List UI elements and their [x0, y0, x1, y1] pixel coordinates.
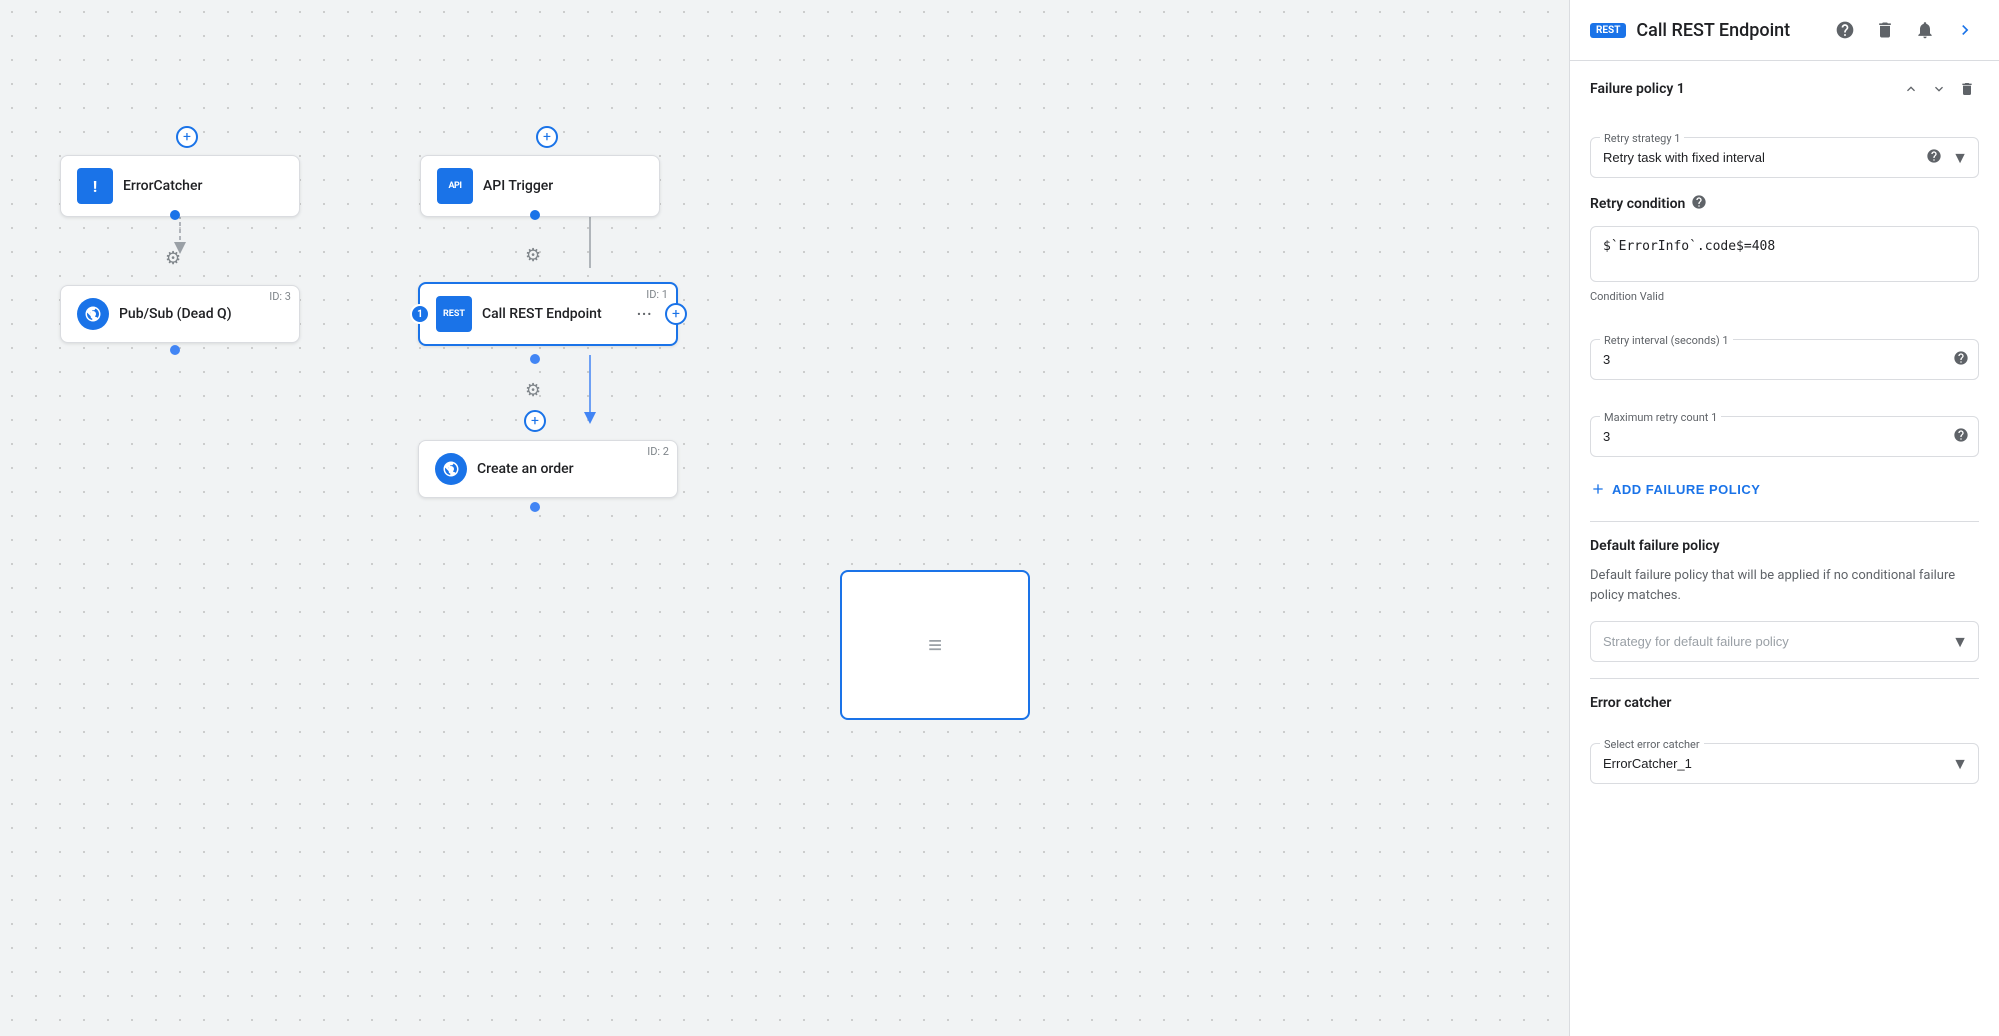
- gear-between-error[interactable]: ⚙: [165, 248, 181, 269]
- connector-below-pubsub: [170, 345, 180, 355]
- add-failure-policy-btn[interactable]: ADD FAILURE POLICY: [1590, 473, 1760, 505]
- plus-right-rest[interactable]: +: [665, 303, 687, 325]
- plus-above-api[interactable]: +: [536, 126, 558, 148]
- retry-strategy-label: Retry strategy 1: [1600, 132, 1684, 145]
- delete-btn[interactable]: [1871, 16, 1899, 44]
- error-catcher-title: Error catcher: [1590, 695, 1979, 711]
- max-retry-label: Maximum retry count 1: [1600, 411, 1721, 424]
- strategy-default-field: Strategy for default failure policy ▼ St…: [1590, 621, 1979, 662]
- add-policy-container: ADD FAILURE POLICY: [1590, 473, 1979, 505]
- more-menu-rest[interactable]: ···: [636, 302, 652, 326]
- max-retry-help[interactable]: [1953, 427, 1969, 447]
- condition-valid-text: Condition Valid: [1590, 290, 1979, 303]
- default-policy-section: Default failure policy Default failure p…: [1590, 538, 1979, 662]
- canvas: ! ErrorCatcher + ⚙ Pub/Sub (Dead Q) ID: …: [0, 0, 1569, 1036]
- create-order-id: ID: 2: [647, 445, 669, 458]
- error-catcher-label: ErrorCatcher: [123, 178, 202, 194]
- mini-preview: ≡: [840, 570, 1030, 720]
- api-trigger-node[interactable]: API API Trigger: [420, 155, 660, 217]
- retry-condition-title: Retry condition: [1590, 194, 1979, 214]
- retry-interval-label: Retry interval (seconds) 1: [1600, 334, 1733, 347]
- pubsub-node[interactable]: Pub/Sub (Dead Q) ID: 3: [60, 285, 300, 343]
- error-catcher-icon: !: [77, 168, 113, 204]
- api-trigger-label: API Trigger: [483, 178, 553, 194]
- gear-between-api-rest[interactable]: ⚙: [525, 245, 541, 266]
- gear-below-rest[interactable]: ⚙: [525, 380, 541, 401]
- divider-1: [1590, 521, 1979, 522]
- panel-header: REST Call REST Endpoint: [1570, 0, 1999, 61]
- divider-2: [1590, 678, 1979, 679]
- failure-policy-title: Failure policy 1: [1590, 81, 1685, 97]
- strategy-default-select[interactable]: Strategy for default failure policy: [1591, 622, 1978, 661]
- max-retry-field: Maximum retry count 1: [1590, 396, 1979, 457]
- default-policy-desc: Default failure policy that will be appl…: [1590, 566, 1979, 605]
- panel-content: Failure policy 1: [1570, 61, 1999, 1036]
- select-error-catcher-field: Select error catcher ErrorCatcher_1 ▼: [1590, 723, 1979, 784]
- strategy-default-wrapper: Strategy for default failure policy ▼: [1590, 621, 1979, 662]
- create-order-icon: [435, 453, 467, 485]
- call-rest-node[interactable]: 1 + REST Call REST Endpoint ID: 1 ···: [418, 282, 678, 346]
- call-rest-id: ID: 1: [646, 288, 668, 301]
- select-error-catcher-label: Select error catcher: [1600, 738, 1704, 751]
- list-icon: ≡: [928, 631, 942, 660]
- failure-policy-controls: [1899, 77, 1979, 101]
- default-policy-title: Default failure policy: [1590, 538, 1979, 554]
- policy-up-btn[interactable]: [1899, 77, 1923, 101]
- call-rest-icon: REST: [436, 296, 472, 332]
- help-btn[interactable]: [1831, 16, 1859, 44]
- create-order-node[interactable]: Create an order ID: 2: [418, 440, 678, 498]
- retry-condition-help[interactable]: [1691, 194, 1707, 214]
- connector-below-api: [530, 210, 540, 220]
- panel-badge: REST: [1590, 23, 1626, 38]
- create-order-label: Create an order: [477, 461, 574, 477]
- pubsub-label: Pub/Sub (Dead Q): [119, 306, 232, 322]
- retry-condition-input[interactable]: [1590, 226, 1979, 282]
- api-trigger-icon: API: [437, 168, 473, 204]
- connector-below-rest: [530, 354, 540, 364]
- collapse-btn[interactable]: [1951, 16, 1979, 44]
- error-catcher-node[interactable]: ! ErrorCatcher: [60, 155, 300, 217]
- retry-strategy-help[interactable]: [1926, 148, 1942, 168]
- pubsub-id: ID: 3: [269, 290, 291, 303]
- panel-title: Call REST Endpoint: [1636, 20, 1821, 41]
- panel-header-icons: [1831, 16, 1979, 44]
- plus-below-rest-gear[interactable]: +: [524, 410, 546, 432]
- failure-policy-header: Failure policy 1: [1590, 77, 1979, 101]
- call-rest-label: Call REST Endpoint: [482, 306, 602, 322]
- retry-strategy-field: Retry strategy 1 Retry task with fixed i…: [1590, 117, 1979, 178]
- connector-below-create: [530, 502, 540, 512]
- policy-down-btn[interactable]: [1927, 77, 1951, 101]
- retry-interval-help[interactable]: [1953, 350, 1969, 370]
- right-panel: REST Call REST Endpoint: [1569, 0, 1999, 1036]
- connector-below-error: [170, 210, 180, 220]
- retry-condition-field: Retry condition Condition Valid: [1590, 194, 1979, 303]
- policy-delete-btn[interactable]: [1955, 77, 1979, 101]
- pubsub-icon: [77, 298, 109, 330]
- retry-interval-field: Retry interval (seconds) 1: [1590, 319, 1979, 380]
- error-catcher-section: Error catcher Select error catcher Error…: [1590, 695, 1979, 784]
- bell-btn[interactable]: [1911, 16, 1939, 44]
- plus-above-error-catcher[interactable]: +: [176, 126, 198, 148]
